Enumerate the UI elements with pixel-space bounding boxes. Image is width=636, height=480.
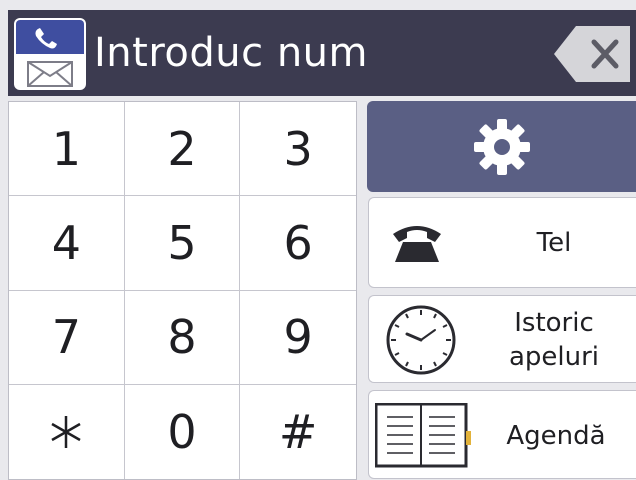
key-3[interactable]: 3	[240, 102, 356, 197]
backspace-button[interactable]	[552, 24, 632, 84]
address-book-button[interactable]: Agendă	[368, 390, 636, 479]
tel-label: Tel	[536, 228, 572, 258]
key-7[interactable]: 7	[9, 290, 125, 385]
telephone-icon	[393, 226, 441, 262]
header-bar: Introduc num	[8, 10, 636, 96]
number-entry-field[interactable]: Introduc num	[94, 29, 368, 77]
address-book-icon	[375, 403, 471, 468]
key-hash[interactable]: #	[240, 385, 356, 479]
key-star[interactable]	[9, 384, 125, 479]
key-8[interactable]: 8	[124, 290, 241, 385]
call-history-label-line2: apeluri	[508, 342, 600, 372]
asterisk-icon	[51, 415, 81, 448]
key-0[interactable]: 0	[125, 384, 241, 479]
settings-button[interactable]	[367, 101, 636, 192]
key-9[interactable]: 9	[240, 291, 356, 385]
key-4[interactable]: 4	[9, 196, 125, 291]
gear-icon	[473, 118, 530, 175]
address-book-label: Agendă	[506, 421, 606, 451]
phone-fax-icon	[14, 18, 86, 90]
call-history-button[interactable]: Istoric apeluri	[368, 295, 636, 383]
tel-button[interactable]: Tel	[368, 197, 636, 288]
dial-keypad: 1 2 3 4 5 6 7 8 9 0 #	[8, 101, 357, 480]
key-6[interactable]: 6	[240, 196, 356, 291]
key-5[interactable]: 5	[124, 196, 241, 291]
call-history-label-line1: Istoric	[514, 308, 594, 338]
backspace-icon	[554, 26, 630, 82]
key-2[interactable]: 2	[124, 102, 241, 197]
clock-icon	[386, 305, 456, 375]
key-1[interactable]: 1	[9, 102, 125, 197]
